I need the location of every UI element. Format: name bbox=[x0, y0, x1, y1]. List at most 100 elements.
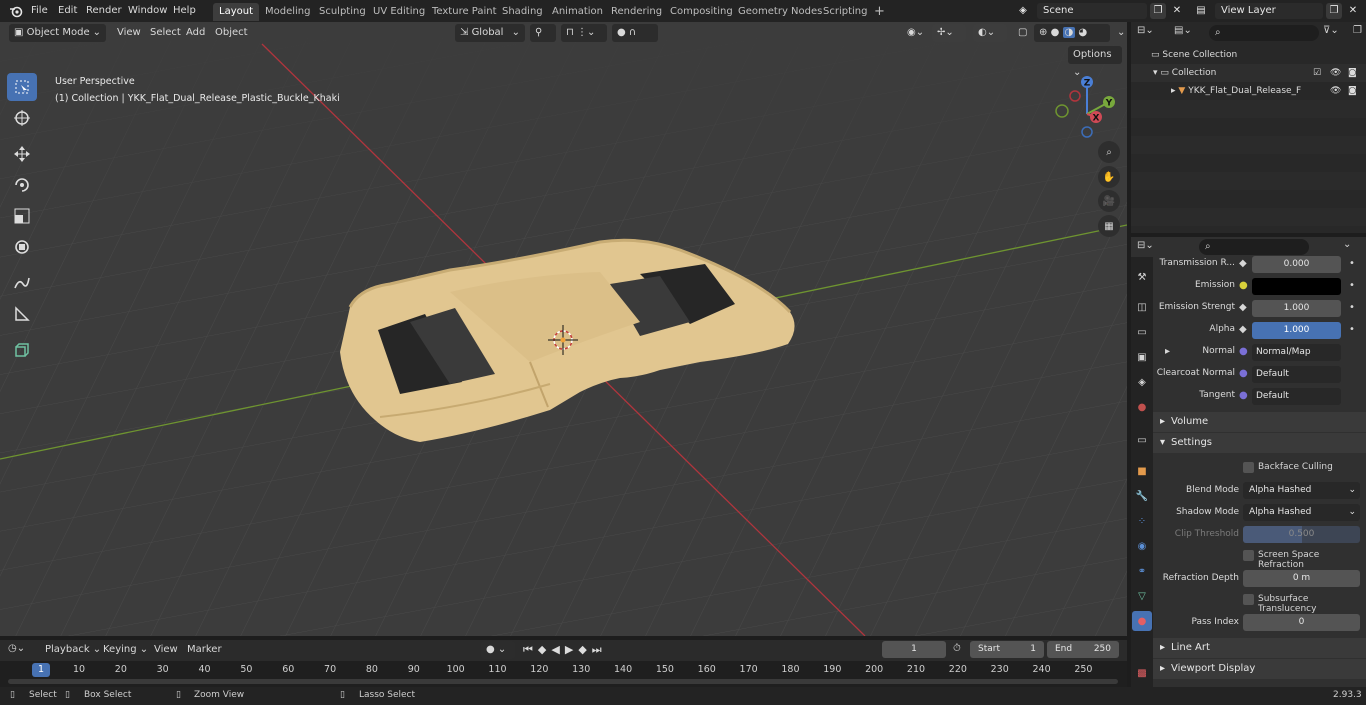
view-layer-field[interactable]: View Layer bbox=[1215, 3, 1323, 19]
keyframe-dot-icon[interactable]: ◆ bbox=[1239, 324, 1247, 335]
play-reverse-icon[interactable]: ◀ bbox=[551, 643, 564, 656]
volume-section[interactable]: ▸ Volume bbox=[1153, 412, 1366, 432]
settings-section[interactable]: ▾ Settings bbox=[1153, 433, 1366, 453]
jump-start-icon[interactable]: ⏮ bbox=[523, 643, 538, 656]
cursor-tool-icon[interactable] bbox=[7, 104, 37, 132]
animate-dot-icon[interactable]: • bbox=[1349, 280, 1355, 291]
timeline-view-menu[interactable]: View bbox=[149, 641, 183, 659]
tab-modeling[interactable]: Modeling bbox=[259, 3, 317, 21]
next-keyframe-icon[interactable]: ◆ bbox=[578, 643, 591, 656]
transmission-field[interactable]: 0.000 bbox=[1252, 256, 1341, 273]
visibility-icon[interactable]: ◉⌄ bbox=[902, 24, 929, 42]
filter-icon[interactable]: ⊽⌄ bbox=[1323, 25, 1349, 41]
end-frame-field[interactable]: End 250 bbox=[1047, 641, 1119, 658]
keyframe-dot-icon[interactable]: ◆ bbox=[1239, 258, 1247, 269]
subsurface-translucency-checkbox[interactable] bbox=[1243, 594, 1254, 605]
auto-keying-icon[interactable]: ● ⌄ bbox=[481, 641, 515, 659]
tab-layout[interactable]: Layout bbox=[213, 3, 259, 21]
physics-tab-icon[interactable]: ◉ bbox=[1134, 538, 1150, 554]
new-scene-icon[interactable]: ❐ bbox=[1150, 3, 1166, 19]
view-layer-tab-icon[interactable]: ▣ bbox=[1134, 349, 1150, 365]
select-box-tool-icon[interactable] bbox=[7, 73, 37, 101]
texture-tab-icon[interactable]: ▩ bbox=[1134, 665, 1150, 681]
collapse-arrow-icon[interactable]: ▾ bbox=[1153, 68, 1158, 78]
tab-texture-paint[interactable]: Texture Paint bbox=[426, 3, 503, 21]
jump-end-icon[interactable]: ⏭ bbox=[592, 643, 607, 656]
annotate-tool-icon[interactable] bbox=[7, 269, 37, 297]
stopwatch-icon[interactable]: ⏱ bbox=[953, 643, 961, 654]
menu-edit[interactable]: Edit bbox=[58, 0, 77, 22]
eye-icon[interactable]: 👁 bbox=[1330, 82, 1341, 100]
menu-file[interactable]: File bbox=[31, 0, 48, 22]
screen-space-refraction-checkbox[interactable] bbox=[1243, 550, 1254, 561]
tab-uv-editing[interactable]: UV Editing bbox=[367, 3, 431, 21]
shading-options-icon[interactable]: ⌄ bbox=[1112, 24, 1127, 42]
remove-scene-icon[interactable]: ✕ bbox=[1170, 3, 1184, 19]
options-dropdown[interactable]: Options ⌄ bbox=[1068, 46, 1122, 78]
rendered-shading-icon[interactable]: ◕ bbox=[1078, 27, 1087, 38]
alpha-field[interactable]: 1.000 bbox=[1252, 322, 1341, 339]
refraction-depth-field[interactable]: 0 m bbox=[1243, 570, 1360, 587]
particles-tab-icon[interactable]: ⁘ bbox=[1134, 513, 1150, 529]
scene-tab-icon[interactable]: ◈ bbox=[1134, 374, 1150, 390]
timeline-scrollbar[interactable] bbox=[8, 679, 1118, 684]
pan-hand-icon[interactable]: ✋ bbox=[1098, 166, 1120, 188]
display-mode-icon[interactable]: ▤⌄ bbox=[1174, 25, 1198, 41]
animate-dot-icon[interactable]: • bbox=[1349, 258, 1355, 269]
blend-mode-dropdown[interactable]: Alpha Hashed ⌄ bbox=[1243, 482, 1360, 499]
world-tab-icon[interactable]: ● bbox=[1134, 399, 1150, 415]
collection-tab-icon[interactable]: ▭ bbox=[1134, 432, 1150, 448]
collection-row[interactable]: ▾ ▭ Collection ☑ 👁 ◙ bbox=[1131, 64, 1366, 82]
eye-icon[interactable]: 👁 bbox=[1330, 64, 1341, 82]
emission-color-swatch[interactable] bbox=[1252, 278, 1341, 295]
viewport-menu-view[interactable]: View bbox=[112, 24, 146, 42]
add-cube-tool-icon[interactable] bbox=[7, 336, 37, 364]
timeline-keying-menu[interactable]: Keying ⌄ bbox=[98, 641, 153, 659]
3d-viewport[interactable]: ▣ Object Mode ⌄ View Select Add Object ⇲… bbox=[0, 22, 1127, 636]
vector-socket-icon[interactable]: ● bbox=[1239, 346, 1248, 357]
camera-icon[interactable]: ◙ bbox=[1348, 64, 1357, 82]
transform-tool-icon[interactable] bbox=[7, 233, 37, 261]
play-icon[interactable]: ▶ bbox=[565, 643, 578, 656]
scene-collection-row[interactable]: ▭ Scene Collection bbox=[1131, 46, 1366, 64]
pass-index-field[interactable]: 0 bbox=[1243, 614, 1360, 631]
viewport-menu-add[interactable]: Add bbox=[181, 24, 210, 42]
tab-animation[interactable]: Animation bbox=[546, 3, 609, 21]
scene-name-field[interactable]: Scene bbox=[1037, 3, 1147, 19]
viewport-menu-object[interactable]: Object bbox=[210, 24, 253, 42]
material-tab-icon[interactable]: ● bbox=[1132, 611, 1152, 631]
expand-arrow-icon[interactable]: ▸ bbox=[1171, 86, 1176, 96]
camera-view-icon[interactable]: 🎥 bbox=[1098, 190, 1120, 212]
current-frame-field[interactable]: 1 bbox=[882, 641, 946, 658]
object-tab-icon[interactable]: ■ bbox=[1134, 463, 1150, 479]
move-tool-icon[interactable] bbox=[7, 140, 37, 168]
blender-logo-icon[interactable] bbox=[9, 0, 23, 22]
start-frame-field[interactable]: Start 1 bbox=[970, 641, 1044, 658]
material-preview-icon[interactable]: ◑ bbox=[1062, 27, 1076, 38]
new-collection-icon[interactable]: ❐ bbox=[1353, 25, 1365, 41]
tangent-field[interactable]: Default bbox=[1252, 388, 1341, 405]
viewport-menu-select[interactable]: Select bbox=[145, 24, 186, 42]
frame-ruler[interactable]: 1 10 20 30 40 50 60 70 80 90 100 110 120 130 140 150 160… bbox=[0, 661, 1127, 687]
tab-sculpting[interactable]: Sculpting bbox=[313, 3, 372, 21]
exclude-checkbox-icon[interactable]: ☑ bbox=[1313, 64, 1321, 82]
data-tab-icon[interactable]: ▽ bbox=[1134, 588, 1150, 604]
measure-tool-icon[interactable] bbox=[7, 300, 37, 328]
tab-shading[interactable]: Shading bbox=[496, 3, 549, 21]
tool-tab-icon[interactable]: ⚒ bbox=[1134, 269, 1150, 285]
menu-help[interactable]: Help bbox=[173, 0, 196, 22]
tab-rendering[interactable]: Rendering bbox=[605, 3, 668, 21]
editor-type-icon[interactable]: ⊟⌄ bbox=[1137, 25, 1167, 41]
overlays-toggle-icon[interactable]: ◐⌄ bbox=[973, 24, 1007, 42]
tab-compositing[interactable]: Compositing bbox=[664, 3, 739, 21]
outliner-search-input[interactable]: ⌕ bbox=[1209, 25, 1319, 41]
scale-tool-icon[interactable] bbox=[7, 202, 37, 230]
animate-dot-icon[interactable]: • bbox=[1349, 302, 1355, 313]
wireframe-shading-icon[interactable]: ⊕ bbox=[1039, 27, 1047, 38]
vector-socket-icon[interactable]: ● bbox=[1239, 368, 1248, 379]
snap-icon[interactable]: ⊓ ⋮⌄ bbox=[561, 24, 607, 42]
backface-culling-checkbox[interactable] bbox=[1243, 462, 1254, 473]
perspective-grid-icon[interactable]: ▦ bbox=[1098, 215, 1120, 237]
menu-window[interactable]: Window bbox=[128, 0, 167, 22]
zoom-icon[interactable]: ⌕ bbox=[1098, 141, 1120, 163]
